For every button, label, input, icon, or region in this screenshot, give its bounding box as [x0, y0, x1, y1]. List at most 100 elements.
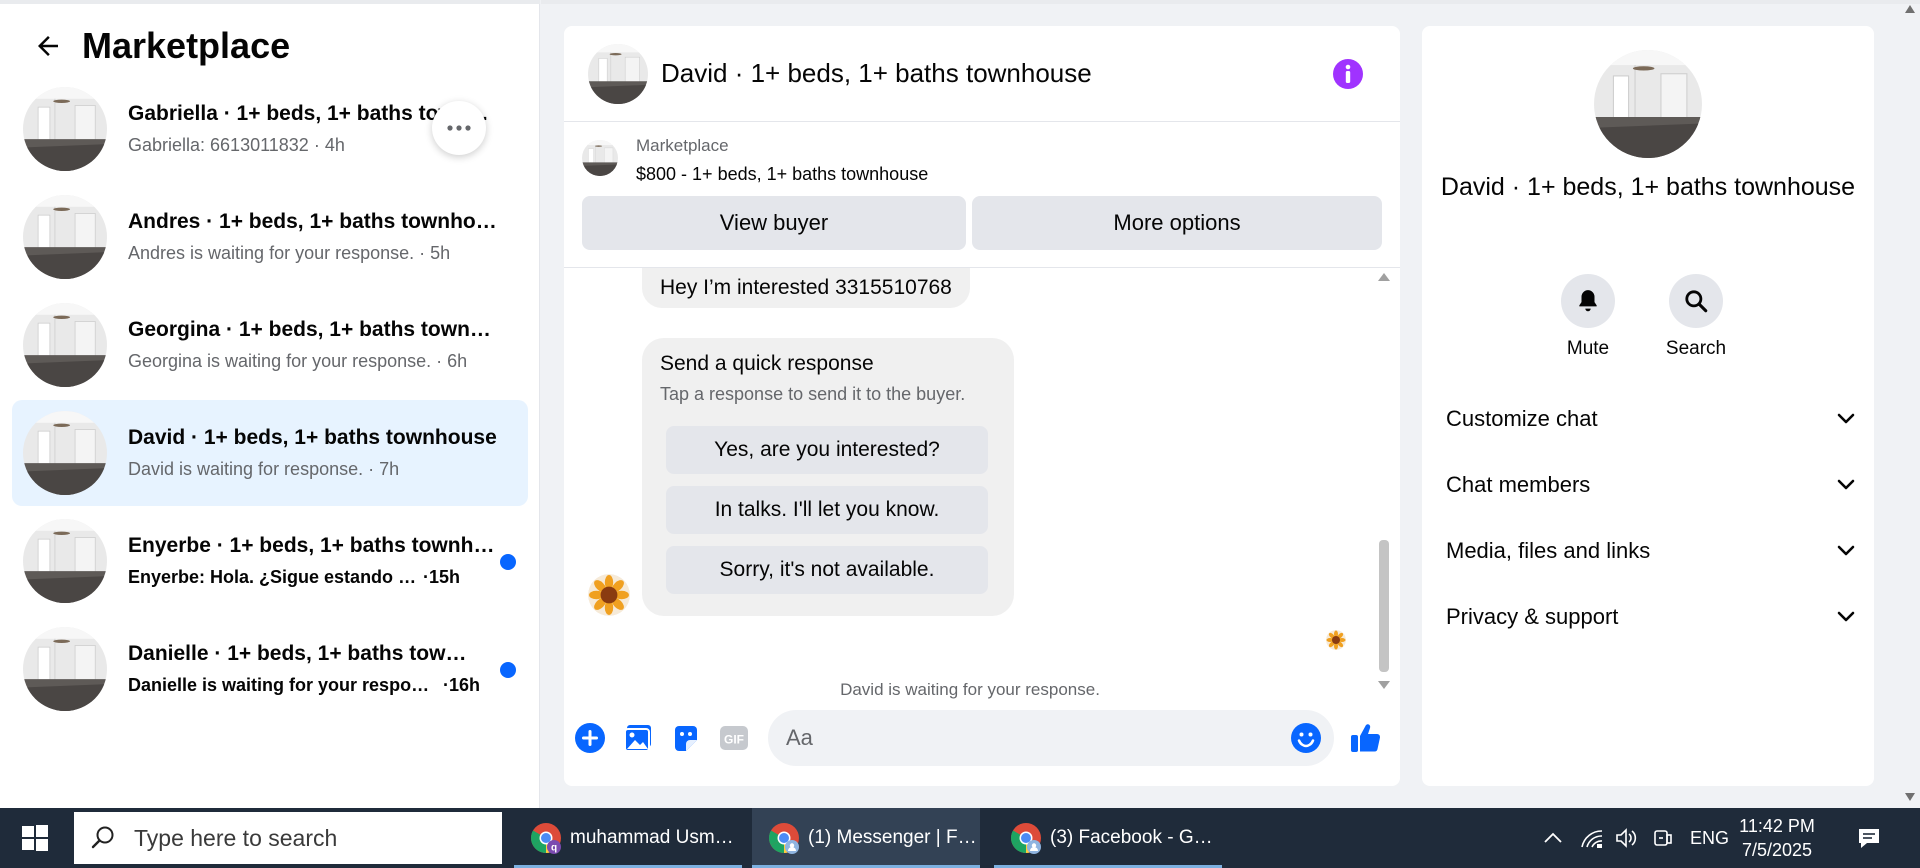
- message-input[interactable]: [768, 710, 1334, 766]
- conversation-preview: Georgina is waiting for your response.: [128, 351, 432, 371]
- sidebar-title: Marketplace: [82, 25, 291, 66]
- taskbar-clock[interactable]: 11:42 PM 7/5/2025: [1722, 814, 1832, 862]
- view-buyer-button[interactable]: View buyer: [582, 196, 966, 250]
- conversation-name: Danielle · 1+ beds, 1+ baths townhouse: [128, 642, 468, 665]
- page-scroll-up-icon[interactable]: [1904, 4, 1916, 14]
- taskbar-search-box[interactable]: Type here to search: [74, 812, 502, 864]
- section-label: Chat members: [1446, 472, 1591, 497]
- message-scrollbar[interactable]: [1374, 272, 1392, 692]
- quick-response-subtitle: Tap a response to send it to the buyer.: [660, 384, 966, 404]
- section-customize-chat[interactable]: Customize chat: [1446, 394, 1856, 444]
- taskbar-search-placeholder: Type here to search: [134, 824, 338, 851]
- back-arrow-icon[interactable]: [28, 26, 68, 66]
- sticker-icon[interactable]: [670, 722, 702, 754]
- device-icon[interactable]: [1652, 808, 1674, 868]
- profile-badge: q: [551, 843, 557, 854]
- chat-avatar[interactable]: [588, 44, 648, 104]
- conversation-time: 16h: [449, 675, 481, 695]
- taskbar-app-chrome[interactable]: q muhammad Usman - Google Chrome: [514, 808, 742, 868]
- search-button[interactable]: Search: [1646, 274, 1746, 360]
- listing-mini-thumbnail: [582, 140, 618, 176]
- taskbar-app-chrome-active[interactable]: (1) Messenger | Facebook - Google Chrome: [752, 808, 980, 868]
- panel-name: David · 1+ beds, 1+ baths townhouse: [1440, 173, 1856, 201]
- sidebar-header: Marketplace: [28, 24, 290, 68]
- listing-thumbnail: [23, 627, 107, 711]
- panel-avatar: [1594, 50, 1702, 158]
- page-scroll-down-icon[interactable]: [1904, 792, 1916, 802]
- section-label: Customize chat: [1446, 406, 1598, 431]
- waiting-status: David is waiting for your response.: [840, 680, 1100, 699]
- listing-title[interactable]: $800 - 1+ beds, 1+ baths townhouse: [636, 164, 928, 185]
- clock-time: 11:42 PM: [1739, 816, 1815, 836]
- chevron-down-icon: [1836, 604, 1856, 630]
- quick-response-option[interactable]: Sorry, it's not available.: [666, 546, 988, 594]
- search-icon: [1669, 274, 1723, 328]
- conversation-item[interactable]: Georgina · 1+ beds, 1+ baths townhouse G…: [12, 292, 528, 398]
- top-border: [541, 0, 1920, 4]
- listing-thumbnail: [23, 303, 107, 387]
- bell-icon: [1561, 274, 1615, 328]
- conversation-time: 15h: [429, 567, 461, 587]
- quick-response-option[interactable]: Yes, are you interested?: [666, 426, 988, 474]
- listing-thumbnail: [23, 411, 107, 495]
- conversation-item-active[interactable]: David · 1+ beds, 1+ baths townhouse Davi…: [12, 400, 528, 506]
- notification-icon[interactable]: [1856, 808, 1882, 868]
- conversation-time: 4h: [324, 135, 345, 155]
- section-label: Media, files and links: [1446, 538, 1651, 563]
- seen-indicator-avatar: [1326, 630, 1346, 650]
- conversation-name: David · 1+ beds, 1+ baths townhouse: [128, 426, 497, 449]
- listing-thumbnail: [23, 519, 107, 603]
- chat-title[interactable]: David · 1+ beds, 1+ baths townhouse: [661, 58, 1092, 89]
- mute-button[interactable]: Mute: [1538, 274, 1638, 360]
- conversation-time: 5h: [430, 243, 451, 263]
- mute-label: Mute: [1566, 338, 1610, 359]
- sender-avatar: [588, 574, 630, 616]
- plus-icon[interactable]: [574, 722, 606, 754]
- conversation-item[interactable]: Andres · 1+ beds, 1+ baths townhouse And…: [12, 184, 528, 290]
- section-chat-members[interactable]: Chat members: [1446, 460, 1856, 510]
- conversation-name: Enyerbe · 1+ beds, 1+ baths townhouse: [128, 534, 498, 557]
- info-icon[interactable]: [1332, 58, 1364, 90]
- conversation-item-unread[interactable]: Enyerbe · 1+ beds, 1+ baths townhouse En…: [12, 508, 528, 614]
- section-privacy-support[interactable]: Privacy & support: [1446, 592, 1856, 642]
- scrollbar-thumb[interactable]: [1379, 540, 1389, 672]
- windows-start-icon[interactable]: [0, 808, 70, 868]
- clock-date: 7/5/2025: [1741, 840, 1813, 860]
- gif-label: GIF: [724, 733, 744, 747]
- conversation-preview: Andres is waiting for your response.: [128, 243, 415, 263]
- conversation-sidebar: Marketplace Gabriella · 1+ beds, 1+ bath…: [0, 0, 540, 808]
- chat-header: David · 1+ beds, 1+ baths townhouse: [564, 26, 1400, 122]
- chevron-down-icon: [1836, 538, 1856, 564]
- more-options-button[interactable]: More options: [972, 196, 1382, 250]
- taskbar-app-chrome[interactable]: (3) Facebook - Google Chrome: [994, 808, 1222, 868]
- volume-icon[interactable]: [1614, 808, 1638, 868]
- conversation-preview: David is waiting for response.: [128, 459, 364, 479]
- unread-dot-icon: [500, 554, 516, 570]
- conversation-name: Andres · 1+ beds, 1+ baths townhouse: [128, 210, 498, 233]
- photo-icon[interactable]: [622, 722, 654, 754]
- chat-panel: David · 1+ beds, 1+ baths townhouse Mark…: [564, 26, 1400, 786]
- gif-icon[interactable]: GIF: [718, 722, 750, 754]
- section-media-files-links[interactable]: Media, files and links: [1446, 526, 1856, 576]
- conversation-time: 6h: [447, 351, 468, 371]
- message-composer: GIF: [564, 710, 1400, 766]
- search-icon: [91, 826, 114, 849]
- thumbs-up-icon[interactable]: [1348, 720, 1384, 756]
- conversation-name: Georgina · 1+ beds, 1+ baths townhouse: [128, 318, 498, 341]
- incoming-message: Hey I’m interested 3315510768: [642, 268, 970, 308]
- more-options-icon[interactable]: [432, 101, 486, 155]
- listing-bar: Marketplace $800 - 1+ beds, 1+ baths tow…: [564, 122, 1400, 268]
- windows-taskbar: Type here to search q muhammad Usman - G…: [0, 808, 1920, 868]
- conversation-time: 7h: [379, 459, 400, 479]
- network-icon[interactable]: [1580, 808, 1604, 868]
- message-area: Hey I’m interested 3315510768 Send a qui…: [564, 268, 1400, 700]
- section-label: Privacy & support: [1446, 604, 1619, 629]
- tray-chevron-up-icon[interactable]: [1542, 808, 1564, 868]
- conversation-item-unread[interactable]: Danielle · 1+ beds, 1+ baths townhouse D…: [12, 616, 528, 722]
- conversation-preview: Gabriella: 6613011832: [128, 135, 309, 155]
- quick-response-option[interactable]: In talks. I'll let you know.: [666, 486, 988, 534]
- listing-thumbnail: [23, 195, 107, 279]
- emoji-icon[interactable]: [1290, 722, 1322, 754]
- search-label: Search: [1665, 338, 1727, 359]
- listing-source: Marketplace: [636, 136, 729, 155]
